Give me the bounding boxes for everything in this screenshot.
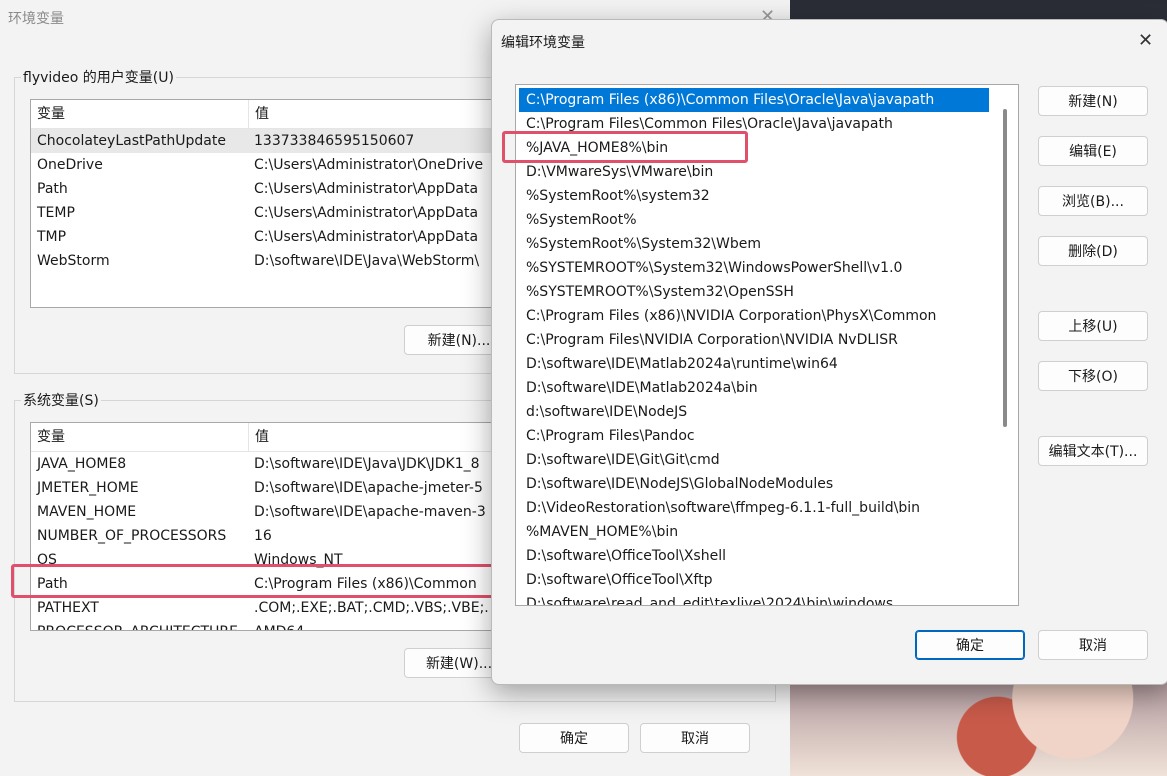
path-entry[interactable]: C:\Program Files (x86)\Common Files\Orac…: [519, 88, 989, 112]
delete-button[interactable]: 删除(D): [1038, 236, 1148, 266]
path-entry[interactable]: D:\software\IDE\NodeJS\GlobalNodeModules: [519, 472, 989, 496]
ok-button[interactable]: 确定: [519, 723, 629, 753]
variable-name: JMETER_HOME: [37, 480, 139, 496]
path-entry[interactable]: D:\software\read_and_edit\texlive\2024\b…: [519, 592, 989, 605]
variable-name: TEMP: [37, 205, 75, 221]
variable-name: NUMBER_OF_PROCESSORS: [37, 528, 227, 544]
path-entry[interactable]: %MAVEN_HOME%\bin: [519, 520, 989, 544]
path-entry[interactable]: D:\software\IDE\Matlab2024a\runtime\win6…: [519, 352, 989, 376]
variable-name: ChocolateyLastPathUpdate: [37, 133, 226, 149]
variable-name: OneDrive: [37, 157, 103, 173]
path-entry[interactable]: D:\software\OfficeTool\Xshell: [519, 544, 989, 568]
path-entry[interactable]: %SystemRoot%\System32\Wbem: [519, 232, 989, 256]
dialog-title: 编辑环境变量: [501, 35, 585, 51]
browse-button[interactable]: 浏览(B)...: [1038, 186, 1148, 216]
edit-button[interactable]: 编辑(E): [1038, 136, 1148, 166]
path-entry[interactable]: D:\software\OfficeTool\Xftp: [519, 568, 989, 592]
user-variables-label: flyvideo 的用户变量(U): [21, 67, 176, 87]
path-entry[interactable]: D:\VMwareSys\VMware\bin: [519, 160, 989, 184]
edit-environment-variable-dialog: 编辑环境变量 ✕ C:\Program Files (x86)\Common F…: [491, 19, 1167, 685]
variable-name: JAVA_HOME8: [37, 456, 127, 472]
window-title: 环境变量: [8, 11, 64, 27]
edit-text-button[interactable]: 编辑文本(T)...: [1038, 436, 1148, 466]
highlight-box: [502, 131, 748, 163]
move-up-button[interactable]: 上移(U): [1038, 311, 1148, 341]
highlight-box: [11, 564, 512, 598]
path-entry[interactable]: C:\Program Files\NVIDIA Corporation\NVID…: [519, 328, 989, 352]
new-button[interactable]: 新建(N): [1038, 86, 1148, 116]
cancel-button[interactable]: 取消: [1038, 630, 1148, 660]
path-entry[interactable]: d:\software\IDE\NodeJS: [519, 400, 989, 424]
variable-name: WebStorm: [37, 253, 110, 269]
variable-name: TMP: [37, 229, 67, 245]
ok-button[interactable]: 确定: [915, 630, 1025, 660]
column-header-variable[interactable]: 变量: [31, 100, 249, 128]
path-entry[interactable]: %SYSTEMROOT%\System32\OpenSSH: [519, 280, 989, 304]
path-entry[interactable]: C:\Program Files (x86)\NVIDIA Corporatio…: [519, 304, 989, 328]
path-entry[interactable]: C:\Program Files\Pandoc: [519, 424, 989, 448]
cancel-button[interactable]: 取消: [640, 723, 750, 753]
path-entry[interactable]: %SystemRoot%: [519, 208, 989, 232]
path-entry[interactable]: D:\software\IDE\Matlab2024a\bin: [519, 376, 989, 400]
variable-name: PROCESSOR_ARCHITECTURE: [31, 620, 248, 630]
close-icon[interactable]: ✕: [1138, 30, 1153, 51]
move-down-button[interactable]: 下移(O): [1038, 361, 1148, 391]
path-entry[interactable]: D:\VideoRestoration\software\ffmpeg-6.1.…: [519, 496, 989, 520]
path-entry[interactable]: D:\software\IDE\Git\Git\cmd: [519, 448, 989, 472]
variable-name: Path: [37, 181, 68, 197]
variable-name: PATHEXT: [37, 600, 99, 616]
column-header-variable[interactable]: 变量: [31, 423, 249, 451]
variable-name: MAVEN_HOME: [37, 504, 137, 520]
path-entry[interactable]: %SystemRoot%\system32: [519, 184, 989, 208]
path-entry[interactable]: %SYSTEMROOT%\System32\WindowsPowerShell\…: [519, 256, 989, 280]
scrollbar-thumb[interactable]: [1003, 109, 1007, 427]
system-variables-label: 系统变量(S): [21, 390, 101, 410]
